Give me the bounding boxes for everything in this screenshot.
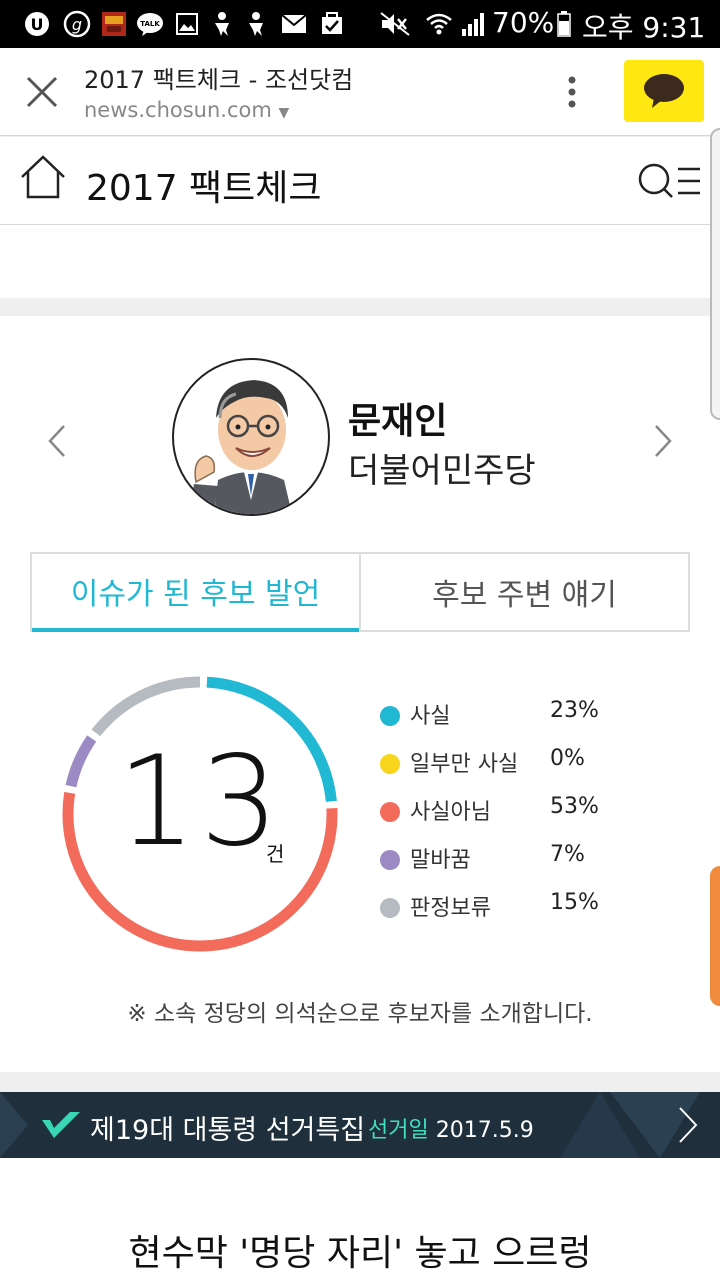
banner-title: 제19대 대통령 선거특집 — [90, 1115, 366, 1146]
signal-icon — [460, 10, 488, 38]
home-icon — [21, 155, 65, 199]
svg-text:TALK: TALK — [140, 20, 160, 28]
candidate-order-note: ※ 소속 정당의 의석순으로 후보자를 소개합니다. — [127, 1001, 593, 1027]
legend-item-flip-flop: 말바꿈 7% — [378, 842, 628, 876]
election-date-label: 선거일 — [368, 1118, 429, 1143]
legend-dot — [380, 754, 400, 774]
search-menu-button[interactable] — [636, 159, 706, 203]
legend-percent: 23% — [550, 698, 599, 723]
tab-candidate-surroundings[interactable]: 후보 주변 얘기 — [359, 554, 688, 630]
g-app-icon: g — [62, 10, 92, 38]
legend-percent: 53% — [550, 794, 599, 819]
speech-bubble-icon — [644, 74, 684, 108]
article-headline[interactable]: 현수막 '명당 자리' 놓고 으르렁 — [0, 1224, 720, 1276]
legend-label: 사실 — [410, 704, 451, 729]
clock: 오후 9:31 — [582, 11, 706, 44]
kakaotalk-share-button[interactable] — [624, 60, 704, 122]
edge-panel-handle[interactable] — [710, 128, 720, 420]
battery-percent: 70% — [492, 6, 555, 39]
caret-down-icon: ▼ — [278, 105, 290, 121]
more-vert-icon — [568, 76, 576, 108]
legend-percent: 0% — [550, 746, 585, 771]
close-button[interactable] — [20, 70, 64, 114]
legend-item-pending: 판정보류 15% — [378, 890, 628, 924]
chevron-right-icon — [655, 425, 672, 457]
overflow-menu-button[interactable] — [556, 72, 588, 112]
legend-label: 말바꿈 — [410, 848, 471, 873]
election-date-value: 2017.5.9 — [435, 1118, 534, 1143]
legend-dot — [380, 898, 400, 918]
site-header: 2017 팩트체크 — [0, 137, 720, 225]
total-unit: 건 — [266, 842, 285, 866]
legend-label: 사실아님 — [410, 800, 491, 825]
candidate-party: 더불어민주당 — [348, 451, 536, 491]
url-text: news.chosun.com — [84, 98, 272, 122]
prev-candidate-button[interactable] — [42, 416, 72, 466]
legend-percent: 7% — [550, 842, 585, 867]
legend-dot — [380, 802, 400, 822]
search-menu-icon — [638, 163, 700, 198]
election-special-banner[interactable]: 제19대 대통령 선거특집 선거일 2017.5.9 — [0, 1092, 720, 1158]
total-count: 13 — [117, 730, 283, 874]
section-divider — [0, 298, 720, 316]
mute-icon — [378, 10, 412, 38]
election-date: 선거일 2017.5.9 — [368, 1112, 534, 1144]
battery-icon — [556, 10, 572, 38]
legend-label: 일부만 사실 — [410, 752, 519, 777]
mail-icon — [280, 10, 308, 38]
chevron-left-icon — [48, 425, 65, 457]
person-notify-icon — [244, 10, 268, 38]
browser-tab-title: 2017 팩트체크 - 조선닷컴 — [84, 66, 354, 94]
browser-toolbar: 2017 팩트체크 - 조선닷컴 news.chosun.com ▼ — [0, 48, 720, 136]
candidate-caricature — [190, 380, 292, 514]
game-app-icon — [100, 10, 128, 38]
person-notify-icon — [210, 10, 234, 38]
task-icon — [318, 10, 346, 38]
page-title: 2017 팩트체크 — [86, 168, 322, 209]
edge-panel-handle-orange[interactable] — [710, 866, 720, 1006]
status-bar: U g TALK 70% 오후 9:31 — [0, 0, 720, 48]
legend-item-partly-fact: 일부만 사실 0% — [378, 746, 628, 780]
legend-label: 판정보류 — [410, 896, 491, 921]
legend-percent: 15% — [550, 890, 599, 915]
section-divider — [0, 1072, 720, 1092]
chevron-right-icon — [679, 1107, 698, 1143]
wifi-icon — [424, 10, 454, 38]
legend-item-fact: 사실 23% — [378, 698, 628, 732]
next-candidate-button[interactable] — [648, 416, 678, 466]
candidate-name: 문재인 — [348, 401, 448, 442]
uplus-icon: U — [22, 10, 52, 38]
home-button[interactable] — [18, 153, 68, 201]
svg-text:g: g — [72, 15, 82, 34]
gallery-icon — [174, 10, 200, 38]
tab-candidate-statements[interactable]: 이슈가 된 후보 발언 — [32, 554, 359, 632]
checkmark-logo-icon — [42, 1112, 80, 1138]
legend-dot — [380, 706, 400, 726]
candidate-avatar — [172, 358, 330, 516]
kakaotalk-icon: TALK — [136, 10, 164, 38]
svg-text:U: U — [31, 15, 44, 34]
close-icon — [26, 76, 58, 108]
legend-item-not-fact: 사실아님 53% — [378, 794, 628, 828]
legend-dot — [380, 850, 400, 870]
donut-segment-4 — [91, 676, 201, 737]
statement-tabs: 이슈가 된 후보 발언 후보 주변 얘기 — [30, 552, 690, 632]
banner-next-button[interactable] — [672, 1102, 702, 1148]
browser-url[interactable]: news.chosun.com ▼ — [84, 98, 289, 122]
